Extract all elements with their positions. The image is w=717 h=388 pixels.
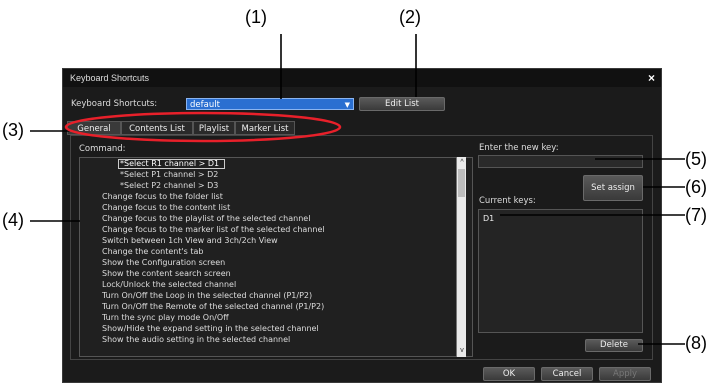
tab-marker-list[interactable]: Marker List (235, 121, 295, 135)
list-item[interactable]: Change focus to the playlist of the sele… (102, 214, 310, 223)
tab-general[interactable]: General (67, 121, 121, 135)
list-item[interactable]: Switch between 1ch View and 3ch/2ch View (102, 236, 278, 245)
callout-2: (2) (399, 7, 421, 27)
list-item[interactable]: Show the Configuration screen (102, 258, 225, 267)
dialog-title: Keyboard Shortcuts (70, 73, 150, 83)
apply-button[interactable]: Apply (599, 367, 651, 381)
scroll-thumb[interactable] (458, 169, 465, 197)
list-item[interactable]: Show the audio setting in the selected c… (102, 335, 290, 344)
scroll-down-icon[interactable]: v (458, 346, 466, 356)
close-icon[interactable]: × (648, 69, 655, 87)
list-item[interactable]: Lock/Unlock the selected channel (102, 280, 236, 289)
callout-5: (5) (685, 149, 707, 169)
ok-button[interactable]: OK (483, 367, 535, 381)
delete-button[interactable]: Delete (585, 339, 643, 352)
shortcuts-dropdown[interactable]: default ▼ (186, 98, 354, 110)
keyboard-shortcuts-dialog: Keyboard Shortcuts × Keyboard Shortcuts:… (62, 68, 662, 383)
enter-new-key-label: Enter the new key: (479, 143, 559, 153)
list-item[interactable]: *Select P1 channel > D2 (120, 170, 218, 179)
shortcuts-value: default (190, 100, 220, 110)
new-key-input[interactable] (478, 155, 643, 168)
set-assign-button[interactable]: Set assign (583, 175, 643, 201)
list-item[interactable]: *Select P2 channel > D3 (120, 181, 218, 190)
title-bar: Keyboard Shortcuts × (63, 69, 661, 87)
command-label: Command: (79, 144, 126, 154)
current-key-item[interactable]: D1 (483, 214, 494, 223)
list-item[interactable]: *Select R1 channel > D1 (120, 159, 219, 168)
list-item[interactable]: Change focus to the folder list (102, 192, 223, 201)
edit-list-button[interactable]: Edit List (359, 97, 445, 111)
list-item[interactable]: Show/Hide the expand setting in the sele… (102, 324, 319, 333)
tab-playlist[interactable]: Playlist (193, 121, 235, 135)
list-item[interactable]: Turn On/Off the Loop in the selected cha… (102, 291, 312, 300)
current-keys-list[interactable]: D1 (478, 209, 643, 333)
list-item[interactable]: Change the content's tab (102, 247, 204, 256)
tab-contents-list[interactable]: Contents List (121, 121, 193, 135)
callout-7: (7) (685, 205, 707, 225)
list-item[interactable]: Turn On/Off the Remote of the selected c… (102, 302, 324, 311)
chevron-down-icon: ▼ (344, 101, 350, 109)
list-item[interactable]: Change focus to the marker list of the s… (102, 225, 325, 234)
scroll-up-icon[interactable]: ^ (458, 158, 466, 168)
list-item[interactable]: Change focus to the content list (102, 203, 230, 212)
shortcuts-label: Keyboard Shortcuts: (71, 99, 158, 109)
list-item[interactable]: Show the content search screen (102, 269, 231, 278)
callout-1: (1) (245, 7, 267, 27)
callout-8: (8) (685, 333, 707, 353)
cancel-button[interactable]: Cancel (541, 367, 593, 381)
callout-4: (4) (2, 210, 24, 230)
command-list[interactable]: *Select R1 channel > D1 *Select P1 chann… (79, 157, 473, 357)
callout-3: (3) (2, 120, 24, 140)
current-keys-label: Current keys: (479, 196, 536, 206)
command-list-scrollbar[interactable]: ^ v (456, 157, 466, 357)
list-item[interactable]: Turn the sync play mode On/Off (102, 313, 229, 322)
callout-6: (6) (685, 177, 707, 197)
